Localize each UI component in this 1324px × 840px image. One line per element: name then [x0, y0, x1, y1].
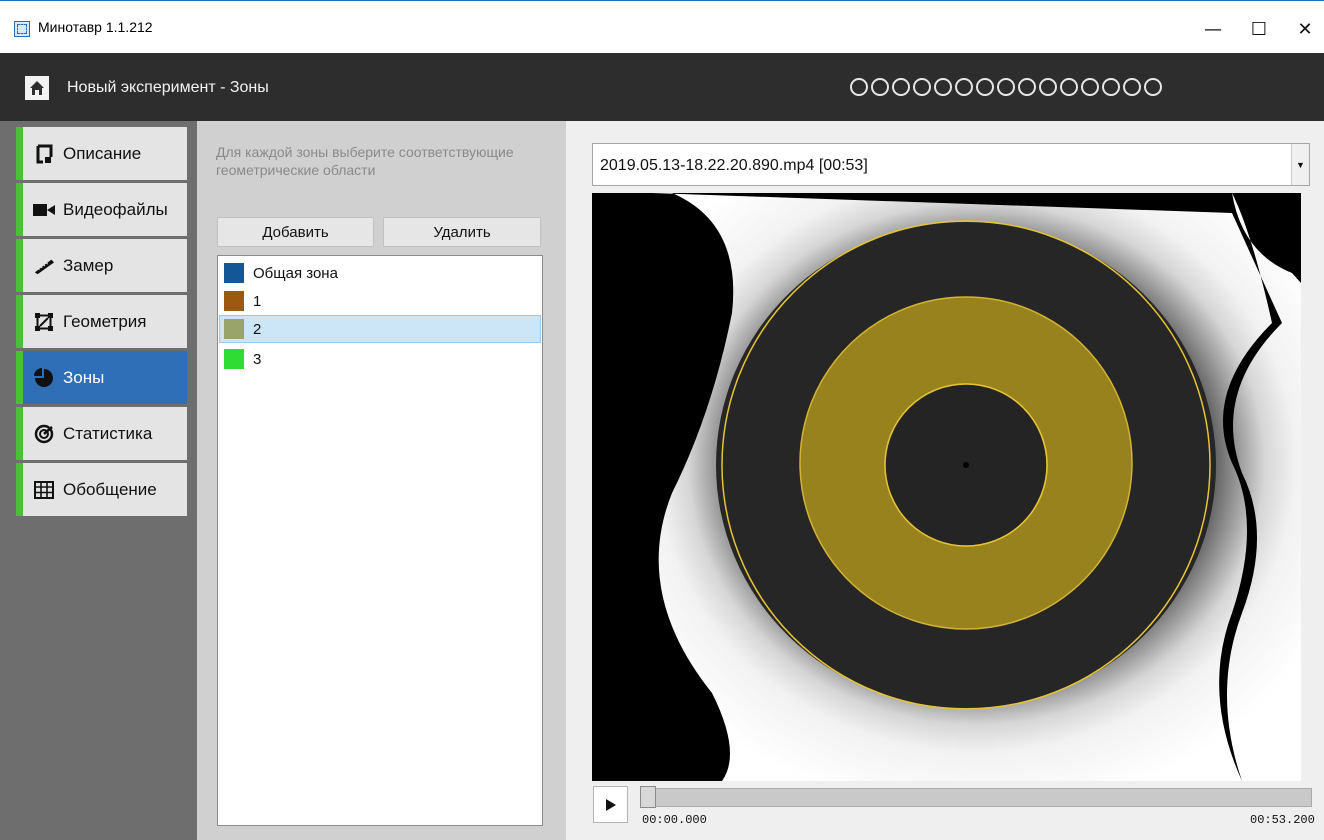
chevron-down-icon[interactable]: ▼ — [1291, 144, 1309, 185]
progress-dot — [1039, 78, 1057, 96]
list-item[interactable]: 3 — [219, 345, 541, 373]
progress-dot — [1144, 78, 1162, 96]
list-item[interactable]: 1 — [219, 287, 541, 315]
time-start: 00:00.000 — [642, 813, 707, 827]
maximize-button[interactable]: ☐ — [1236, 14, 1282, 44]
progress-dot — [1081, 78, 1099, 96]
sidebar-item-label: Видеофайлы — [63, 199, 168, 219]
sidebar-item-videofiles[interactable]: Видеофайлы — [16, 183, 187, 236]
sidebar-item-label: Статистика — [63, 423, 153, 443]
sidebar-item-label: Геометрия — [63, 311, 147, 331]
zone-label: 1 — [253, 292, 262, 310]
page-title: Новый эксперимент - Зоны — [67, 79, 269, 96]
close-button[interactable]: ✕ — [1282, 14, 1324, 44]
sidebar-item-label: Зоны — [63, 367, 105, 387]
delete-zone-button[interactable]: Удалить — [383, 217, 541, 247]
sidebar-item-geometry[interactable]: Геометрия — [16, 295, 187, 348]
list-item[interactable]: Общая зона — [219, 259, 541, 287]
progress-dot — [1123, 78, 1141, 96]
zones-panel: Для каждой зоны выберите соответствующие… — [197, 121, 566, 840]
progress-dot — [913, 78, 931, 96]
playback-slider-track[interactable] — [640, 788, 1312, 807]
description-icon — [33, 143, 55, 165]
app-title: Минотавр 1.1.212 — [38, 19, 153, 35]
home-button[interactable] — [25, 76, 49, 100]
title-bar: Минотавр 1.1.212 — ☐ ✕ — [0, 0, 1324, 53]
progress-dot — [934, 78, 952, 96]
progress-indicator — [850, 78, 1162, 96]
sidebar: Описание Видеофайлы Замер Геометрия Зоны… — [0, 121, 197, 840]
progress-dot — [850, 78, 868, 96]
progress-dot — [892, 78, 910, 96]
sidebar-item-label: Замер — [63, 255, 114, 275]
header-bar: Новый эксперимент - Зоны — [0, 53, 1324, 121]
sidebar-item-summary[interactable]: Обобщение — [16, 463, 187, 516]
play-button[interactable] — [593, 786, 628, 823]
video-camera-icon — [33, 199, 55, 221]
progress-dot — [976, 78, 994, 96]
zone-color-swatch — [224, 291, 244, 311]
ruler-icon — [33, 255, 55, 277]
sidebar-item-zones[interactable]: Зоны — [16, 351, 187, 404]
progress-dot — [955, 78, 973, 96]
app-icon — [14, 21, 30, 37]
minimize-button[interactable]: — — [1190, 14, 1236, 44]
zone-label: 2 — [253, 320, 262, 338]
pie-chart-icon — [33, 367, 55, 389]
home-icon — [30, 81, 44, 95]
progress-dot — [871, 78, 889, 96]
progress-dot — [1102, 78, 1120, 96]
play-icon — [605, 798, 616, 811]
playback-slider-thumb[interactable] — [640, 786, 656, 808]
zone-label: 3 — [253, 350, 262, 368]
progress-dot — [997, 78, 1015, 96]
sidebar-item-measure[interactable]: Замер — [16, 239, 187, 292]
video-file-select[interactable]: 2019.05.13-18.22.20.890.mp4 [00:53] ▼ — [592, 143, 1310, 186]
zone-color-swatch — [224, 319, 244, 339]
video-file-value: 2019.05.13-18.22.20.890.mp4 [00:53] — [600, 157, 868, 174]
table-icon — [33, 479, 55, 501]
add-zone-button[interactable]: Добавить — [217, 217, 374, 247]
statistics-icon — [33, 423, 55, 445]
progress-dot — [1060, 78, 1078, 96]
sidebar-item-label: Обобщение — [63, 479, 157, 499]
zone-color-swatch — [224, 263, 244, 283]
sidebar-item-statistics[interactable]: Статистика — [16, 407, 187, 460]
zone-color-swatch — [224, 349, 244, 369]
zone-list[interactable]: Общая зона 1 2 3 — [217, 255, 543, 826]
time-end: 00:53.200 — [1250, 813, 1315, 827]
zone-label: Общая зона — [253, 264, 338, 282]
video-frame[interactable] — [592, 193, 1301, 781]
zones-hint: Для каждой зоны выберите соответствующие… — [216, 144, 514, 178]
geometry-icon — [33, 311, 55, 333]
video-area: 2019.05.13-18.22.20.890.mp4 [00:53] ▼ 00… — [566, 121, 1324, 840]
sidebar-item-description[interactable]: Описание — [16, 127, 187, 180]
center-mark — [963, 462, 969, 468]
sidebar-item-label: Описание — [63, 143, 142, 163]
progress-dot — [1018, 78, 1036, 96]
list-item[interactable]: 2 — [219, 315, 541, 343]
